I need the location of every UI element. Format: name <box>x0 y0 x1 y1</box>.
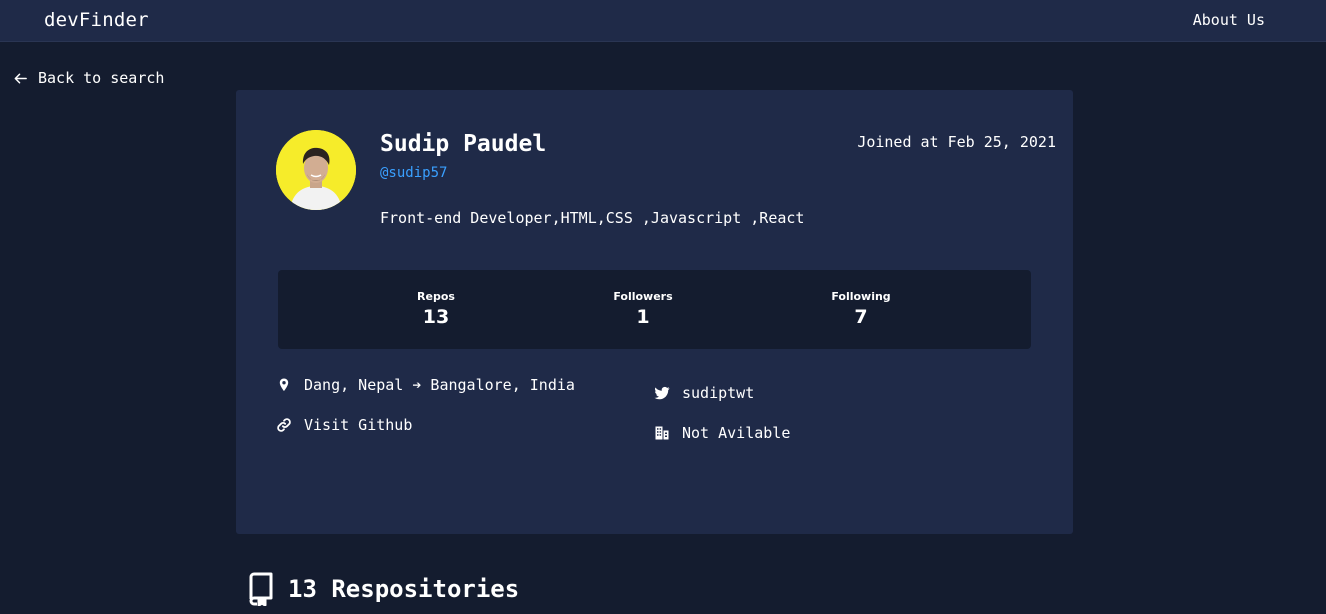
profile-name: Sudip Paudel <box>380 131 547 157</box>
back-to-search-link[interactable]: Back to search <box>13 69 164 87</box>
profile-handle-link[interactable]: @sudip57 <box>380 165 447 181</box>
about-us-link[interactable]: About Us <box>1193 11 1265 29</box>
location-pin-icon <box>279 378 289 391</box>
stats-panel: Repos 13 Followers 1 Following 7 <box>278 270 1031 349</box>
twitter-icon <box>654 386 670 400</box>
back-link-label: Back to search <box>38 69 165 87</box>
avatar-image <box>276 130 356 210</box>
stat-value: 7 <box>854 306 868 328</box>
github-link-label: Visit Github <box>304 416 413 434</box>
github-link[interactable]: Visit Github <box>276 416 412 434</box>
company-info: Not Avilable <box>654 424 790 442</box>
stat-label: Followers <box>613 290 673 303</box>
stat-value: 1 <box>636 306 650 328</box>
avatar <box>276 130 356 210</box>
stat-value: 13 <box>422 306 450 328</box>
stat-label: Repos <box>417 290 455 303</box>
twitter-link[interactable]: sudiptwt <box>654 384 754 402</box>
top-navbar: devFinder About Us <box>0 0 1326 42</box>
profile-bio: Front-end Developer,HTML,CSS ,Javascript… <box>380 209 805 227</box>
joined-date: Joined at Feb 25, 2021 <box>857 133 1056 151</box>
twitter-handle: sudiptwt <box>682 384 755 402</box>
repositories-title: 13 Respositories <box>288 575 520 603</box>
building-icon <box>655 426 669 440</box>
stat-following: Following 7 <box>801 290 921 328</box>
repositories-heading: 13 Respositories <box>248 572 519 606</box>
link-icon <box>277 418 291 432</box>
stat-repos: Repos 13 <box>376 290 496 328</box>
stat-followers: Followers 1 <box>583 290 703 328</box>
stat-label: Following <box>831 290 891 303</box>
profile-card: Sudip Paudel @sudip57 Joined at Feb 25, … <box>236 90 1073 534</box>
arrow-left-icon <box>14 73 27 83</box>
location-text: Dang, Nepal ➔ Bangalore, India <box>304 376 575 394</box>
brand-logo[interactable]: devFinder <box>44 9 149 31</box>
company-text: Not Avilable <box>682 424 791 442</box>
repo-book-icon <box>249 572 273 606</box>
location-info: Dang, Nepal ➔ Bangalore, India <box>276 376 575 394</box>
